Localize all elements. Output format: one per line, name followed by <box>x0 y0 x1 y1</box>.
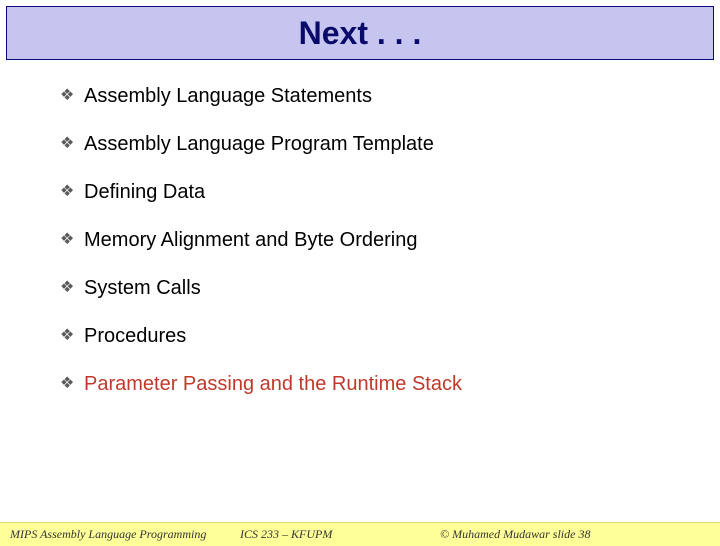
list-item: ❖ Assembly Language Program Template <box>60 132 720 156</box>
slide-title: Next . . . <box>299 15 422 52</box>
diamond-bullet-icon: ❖ <box>60 276 76 300</box>
list-item: ❖ Procedures <box>60 324 720 348</box>
title-bar: Next . . . <box>6 6 714 60</box>
diamond-bullet-icon: ❖ <box>60 372 76 396</box>
list-item-text: Assembly Language Statements <box>84 84 372 108</box>
list-item: ❖ Parameter Passing and the Runtime Stac… <box>60 372 720 396</box>
list-item-text: Parameter Passing and the Runtime Stack <box>84 372 462 396</box>
diamond-bullet-icon: ❖ <box>60 132 76 156</box>
diamond-bullet-icon: ❖ <box>60 324 76 348</box>
list-item: ❖ System Calls <box>60 276 720 300</box>
list-item-text: Assembly Language Program Template <box>84 132 434 156</box>
list-item-text: Defining Data <box>84 180 205 204</box>
list-item-text: System Calls <box>84 276 201 300</box>
list-item: ❖ Memory Alignment and Byte Ordering <box>60 228 720 252</box>
bullet-list: ❖ Assembly Language Statements ❖ Assembl… <box>0 60 720 396</box>
slide-footer: MIPS Assembly Language Programming ICS 2… <box>0 522 720 546</box>
diamond-bullet-icon: ❖ <box>60 180 76 204</box>
diamond-bullet-icon: ❖ <box>60 84 76 108</box>
diamond-bullet-icon: ❖ <box>60 228 76 252</box>
list-item: ❖ Assembly Language Statements <box>60 84 720 108</box>
list-item: ❖ Defining Data <box>60 180 720 204</box>
list-item-text: Memory Alignment and Byte Ordering <box>84 228 418 252</box>
list-item-text: Procedures <box>84 324 186 348</box>
